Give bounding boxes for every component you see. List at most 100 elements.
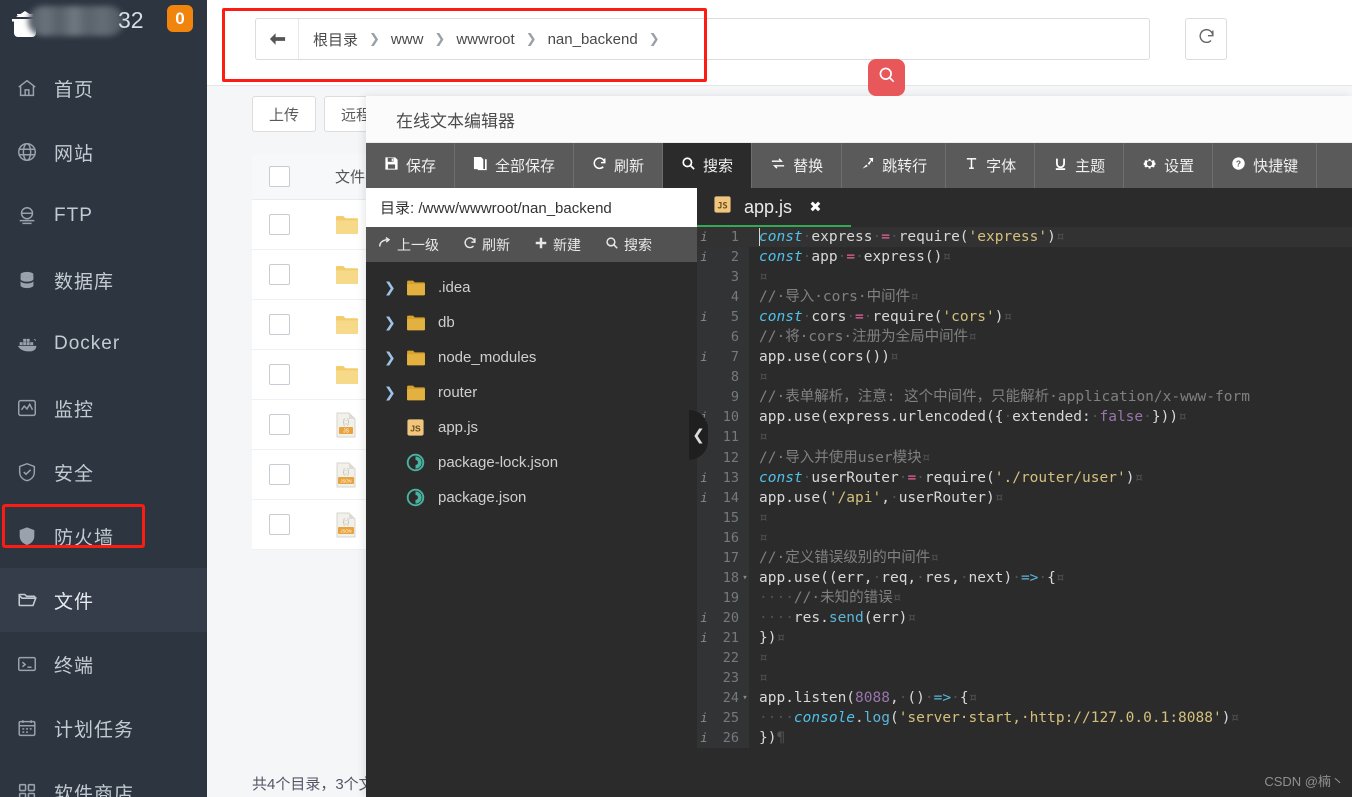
code-line[interactable]: i 21})¤ (697, 628, 1352, 648)
editor-settings-button[interactable]: 设置 (1124, 143, 1214, 188)
sidebar-item-firewall[interactable]: 防火墙 (0, 504, 207, 568)
tree-new-button[interactable]: 新建 (522, 235, 593, 255)
editor-shortcuts-button[interactable]: ? 快捷键 (1213, 143, 1318, 188)
editor-tab-label[interactable]: app.js (744, 197, 792, 217)
code-line[interactable]: i 7 app.use(cors())¤ (697, 347, 1352, 367)
sidebar-item-security[interactable]: 安全 (0, 440, 207, 504)
tree-node-node-modules[interactable]: ❯ node_modules (366, 340, 697, 375)
line-number: 20 (722, 609, 739, 626)
code-line[interactable]: 6 //·将·cors·注册为全局中间件¤ (697, 327, 1352, 347)
theme-icon (1053, 156, 1068, 175)
code-line[interactable]: 19 ····//·未知的错误¤ (697, 588, 1352, 608)
code-line[interactable]: i 25 ····console.log('server·start,·http:/… (697, 708, 1352, 728)
tree-node-router[interactable]: ❯ router (366, 375, 697, 410)
code-line[interactable]: 9 //·表单解析，注意: 这个中间件，只能解析·application/x-ww… (697, 387, 1352, 407)
code-line[interactable]: i 20 ····res.send(err)¤ (697, 608, 1352, 628)
code-editor[interactable]: JS app.js ✖ i 1 const·express·=·require('e… (697, 188, 1352, 797)
code-area[interactable]: i 1 const·express·=·require('express')¤ i2… (697, 227, 1352, 749)
tree-node-idea[interactable]: ❯ .idea (366, 270, 697, 305)
editor-save-all-button[interactable]: 全部保存 (455, 143, 575, 188)
row-checkbox[interactable] (269, 414, 290, 435)
tree-node-db[interactable]: ❯ db (366, 305, 697, 340)
editor-refresh-button[interactable]: 刷新 (574, 143, 664, 188)
code-line[interactable]: 12 //·导入并使用user模块¤ (697, 448, 1352, 468)
row-checkbox[interactable] (269, 314, 290, 335)
code-line[interactable]: 4 //·导入·cors·中间件¤ (697, 287, 1352, 307)
chevron-right-icon[interactable]: ❯ (384, 349, 406, 366)
editor-font-button[interactable]: 字体 (946, 143, 1036, 188)
line-number: 14 (722, 489, 739, 506)
code-line[interactable]: 18 ▾ app.use((err,·req,·res,·next)·=>·{¤ (697, 568, 1352, 588)
sidebar-item-files[interactable]: 文件 (0, 568, 207, 632)
sidebar-item-ftp[interactable]: FTP (0, 184, 207, 248)
code-line[interactable]: 8 ¤ (697, 367, 1352, 387)
sidebar-item-terminal[interactable]: 终端 (0, 632, 207, 696)
chevron-right-icon[interactable]: ❯ (384, 279, 406, 296)
tree-node-package-lock-json[interactable]: ❯ package-lock.json (366, 445, 697, 480)
breadcrumb-segment-root[interactable]: 根目录 (313, 29, 358, 50)
breadcrumb-segment-wwwroot[interactable]: wwwroot (456, 31, 514, 48)
row-checkbox[interactable] (269, 264, 290, 285)
breadcrumb-segment-nan-backend[interactable]: nan_backend (548, 31, 638, 48)
sidebar-item-home[interactable]: 首页 (0, 56, 207, 120)
search-floating-button[interactable] (868, 59, 905, 96)
tree-node-app-js[interactable]: ❯ JS app.js (366, 410, 697, 445)
sidebar-item-website[interactable]: 网站 (0, 120, 207, 184)
tree-refresh-button[interactable]: 刷新 (451, 235, 522, 255)
sidebar-item-cron[interactable]: 计划任务 (0, 696, 207, 760)
sidebar-item-appstore[interactable]: 软件商店 (0, 760, 207, 797)
fold-marker[interactable]: ▾ (741, 568, 749, 588)
code-text: const·app·=·express()¤ (759, 249, 952, 266)
line-number: 22 (722, 649, 739, 666)
row-checkbox[interactable] (269, 464, 290, 485)
code-line[interactable]: 16 ¤ (697, 528, 1352, 548)
code-line[interactable]: 17 //·定义错误级别的中间件¤ (697, 548, 1352, 568)
code-line[interactable]: i 26})¶ (697, 728, 1352, 748)
refresh-button[interactable] (1185, 18, 1227, 60)
code-line[interactable]: i 2 const·app·=·express()¤ (697, 247, 1352, 267)
code-line[interactable]: i 13 const·userRouter·=·require('./router/… (697, 468, 1352, 488)
line-info-icon: i (700, 731, 708, 746)
upload-button[interactable]: 上传 (252, 96, 317, 132)
code-line[interactable]: 11 ¤ (697, 427, 1352, 447)
code-text: app.use((err,·req,·res,·next)·=>·{¤ (759, 569, 1065, 586)
close-icon[interactable]: ✖ (810, 197, 821, 217)
sidebar-item-monitor[interactable]: 监控 (0, 376, 207, 440)
breadcrumb-separator-icon: ❯ (525, 31, 537, 46)
online-text-editor: 在线文本编辑器 保存 全部保存 刷新 搜索 替换 跳转行 字体 主题 设置 ? … (366, 96, 1352, 797)
sidebar-item-label: FTP (54, 205, 93, 226)
chevron-right-icon[interactable]: ❯ (384, 384, 406, 401)
tree-node-package-json[interactable]: ❯ package.json (366, 480, 697, 515)
editor-goto-line-button[interactable]: 跳转行 (842, 143, 947, 188)
editor-replace-button[interactable]: 替换 (752, 143, 843, 188)
line-info-icon: i (700, 470, 708, 485)
arrow-left-icon[interactable] (256, 19, 299, 59)
sidebar-item-database[interactable]: 数据库 (0, 248, 207, 312)
notification-badge[interactable]: 0 (167, 5, 193, 32)
code-line[interactable]: 22 ¤ (697, 648, 1352, 668)
line-number: 12 (722, 449, 739, 466)
code-line[interactable]: 24 ▾ app.listen(8088,·()·=>·{¤ (697, 688, 1352, 708)
row-checkbox[interactable] (269, 364, 290, 385)
editor-save-button[interactable]: 保存 (366, 143, 456, 188)
json-file-icon (406, 488, 430, 507)
sidebar-item-docker[interactable]: Docker (0, 312, 207, 376)
code-line[interactable]: i 1 const·express·=·require('express')¤ (697, 227, 1352, 248)
code-line[interactable]: i 5 const·cors·=·require('cors')¤ (697, 307, 1352, 327)
code-line[interactable]: i 14 app.use('/api',·userRouter)¤ (697, 488, 1352, 508)
editor-theme-button[interactable]: 主题 (1035, 143, 1125, 188)
row-checkbox[interactable] (269, 214, 290, 235)
code-line[interactable]: i10app.use(express.urlencoded({·extended… (697, 407, 1352, 427)
code-line[interactable]: 23 ¤ (697, 668, 1352, 688)
tree-up-level-button[interactable]: 上一级 (366, 235, 451, 255)
editor-search-button[interactable]: 搜索 (663, 143, 753, 188)
code-line[interactable]: 3 ¤ (697, 267, 1352, 287)
row-checkbox[interactable] (269, 514, 290, 535)
chevron-right-icon[interactable]: ❯ (384, 314, 406, 331)
breadcrumb-segment-www[interactable]: www (391, 31, 424, 48)
select-all-checkbox[interactable] (269, 166, 290, 187)
line-number: 26 (722, 730, 739, 747)
tree-search-button[interactable]: 搜索 (593, 235, 664, 255)
code-line[interactable]: 15 ¤ (697, 508, 1352, 528)
fold-marker[interactable]: ▾ (741, 688, 749, 708)
